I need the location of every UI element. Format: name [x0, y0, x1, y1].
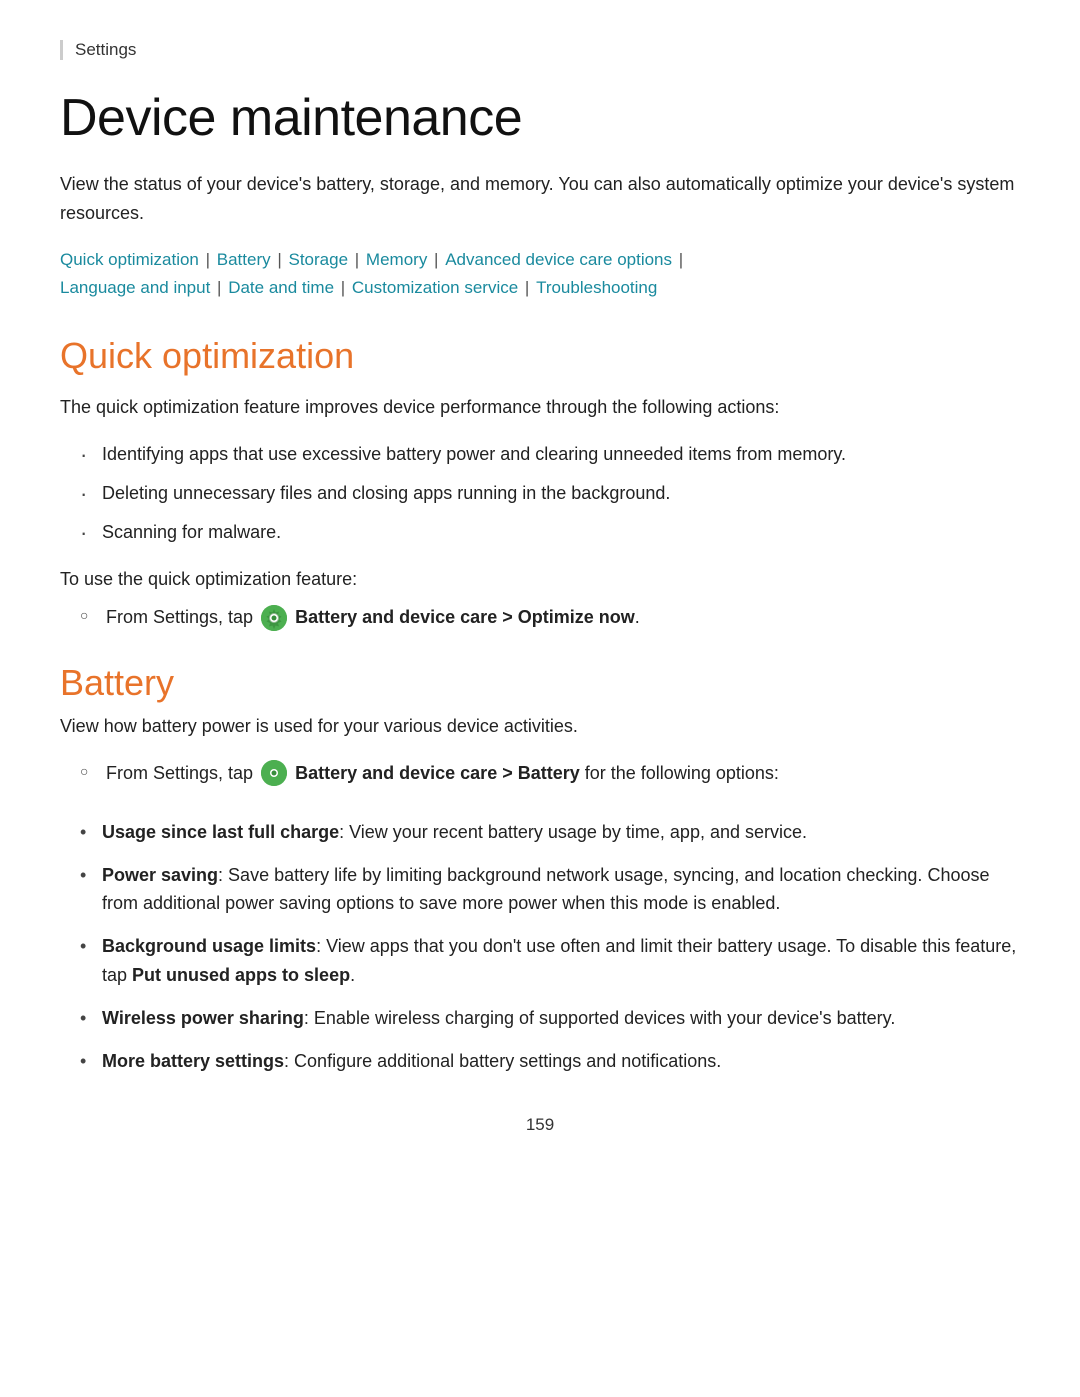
battery-intro: View how battery power is used for your …	[60, 712, 1020, 741]
quick-optimization-steps: From Settings, tap Battery and device ca…	[60, 603, 1020, 632]
option-text: : Configure additional battery settings …	[284, 1051, 721, 1071]
battery-step-prefix: From Settings, tap	[106, 763, 253, 783]
battery-steps: From Settings, tap Battery and device ca…	[60, 759, 1020, 788]
gear-icon	[261, 605, 287, 631]
battery-title: Battery	[60, 662, 1020, 704]
list-item: Deleting unnecessary files and closing a…	[80, 479, 1020, 508]
nav-link-memory[interactable]: Memory	[366, 250, 427, 269]
nav-link-advanced[interactable]: Advanced device care options	[445, 250, 672, 269]
list-item: From Settings, tap Battery and device ca…	[80, 759, 1020, 788]
step-action: Battery and device care > Optimize now	[295, 607, 635, 627]
quick-optimization-intro: The quick optimization feature improves …	[60, 393, 1020, 422]
nav-link-language[interactable]: Language and input	[60, 278, 210, 297]
quick-optimization-bullets: Identifying apps that use excessive batt…	[60, 440, 1020, 546]
option-text: : Enable wireless charging of supported …	[304, 1008, 895, 1028]
quick-optimization-instruction: To use the quick optimization feature:	[60, 565, 1020, 594]
battery-options: Usage since last full charge: View your …	[60, 818, 1020, 1076]
nav-links: Quick optimization | Battery | Storage |…	[60, 246, 1020, 304]
nav-link-date[interactable]: Date and time	[228, 278, 334, 297]
page-number: 159	[60, 1115, 1020, 1135]
option-text: : Save battery life by limiting backgrou…	[102, 865, 989, 914]
breadcrumb: Settings	[60, 40, 1020, 60]
option-label: Background usage limits	[102, 936, 316, 956]
list-item: More battery settings: Configure additio…	[80, 1047, 1020, 1076]
list-item: Power saving: Save battery life by limit…	[80, 861, 1020, 919]
battery-step-bold: Battery and device care > Battery	[295, 763, 580, 783]
nav-link-storage[interactable]: Storage	[289, 250, 349, 269]
nav-link-quick-optimization[interactable]: Quick optimization	[60, 250, 199, 269]
page-container: Settings Device maintenance View the sta…	[0, 0, 1080, 1397]
option-label: Usage since last full charge	[102, 822, 339, 842]
quick-optimization-title: Quick optimization	[60, 335, 1020, 377]
option-label: Power saving	[102, 865, 218, 885]
page-title: Device maintenance	[60, 88, 1020, 148]
option-label: More battery settings	[102, 1051, 284, 1071]
nav-link-battery[interactable]: Battery	[217, 250, 271, 269]
list-item: Scanning for malware.	[80, 518, 1020, 547]
list-item: Usage since last full charge: View your …	[80, 818, 1020, 847]
list-item: Wireless power sharing: Enable wireless …	[80, 1004, 1020, 1033]
nav-link-customization[interactable]: Customization service	[352, 278, 518, 297]
option-label: Wireless power sharing	[102, 1008, 304, 1028]
option-text-bold: Put unused apps to sleep	[132, 965, 350, 985]
option-text-end: .	[350, 965, 355, 985]
step-prefix: From Settings, tap	[106, 607, 253, 627]
list-item: Background usage limits: View apps that …	[80, 932, 1020, 990]
option-text: : View your recent battery usage by time…	[339, 822, 807, 842]
list-item: From Settings, tap Battery and device ca…	[80, 603, 1020, 632]
nav-link-troubleshooting[interactable]: Troubleshooting	[536, 278, 657, 297]
gear-icon-battery	[261, 760, 287, 786]
intro-text: View the status of your device's battery…	[60, 170, 1020, 228]
list-item: Identifying apps that use excessive batt…	[80, 440, 1020, 469]
